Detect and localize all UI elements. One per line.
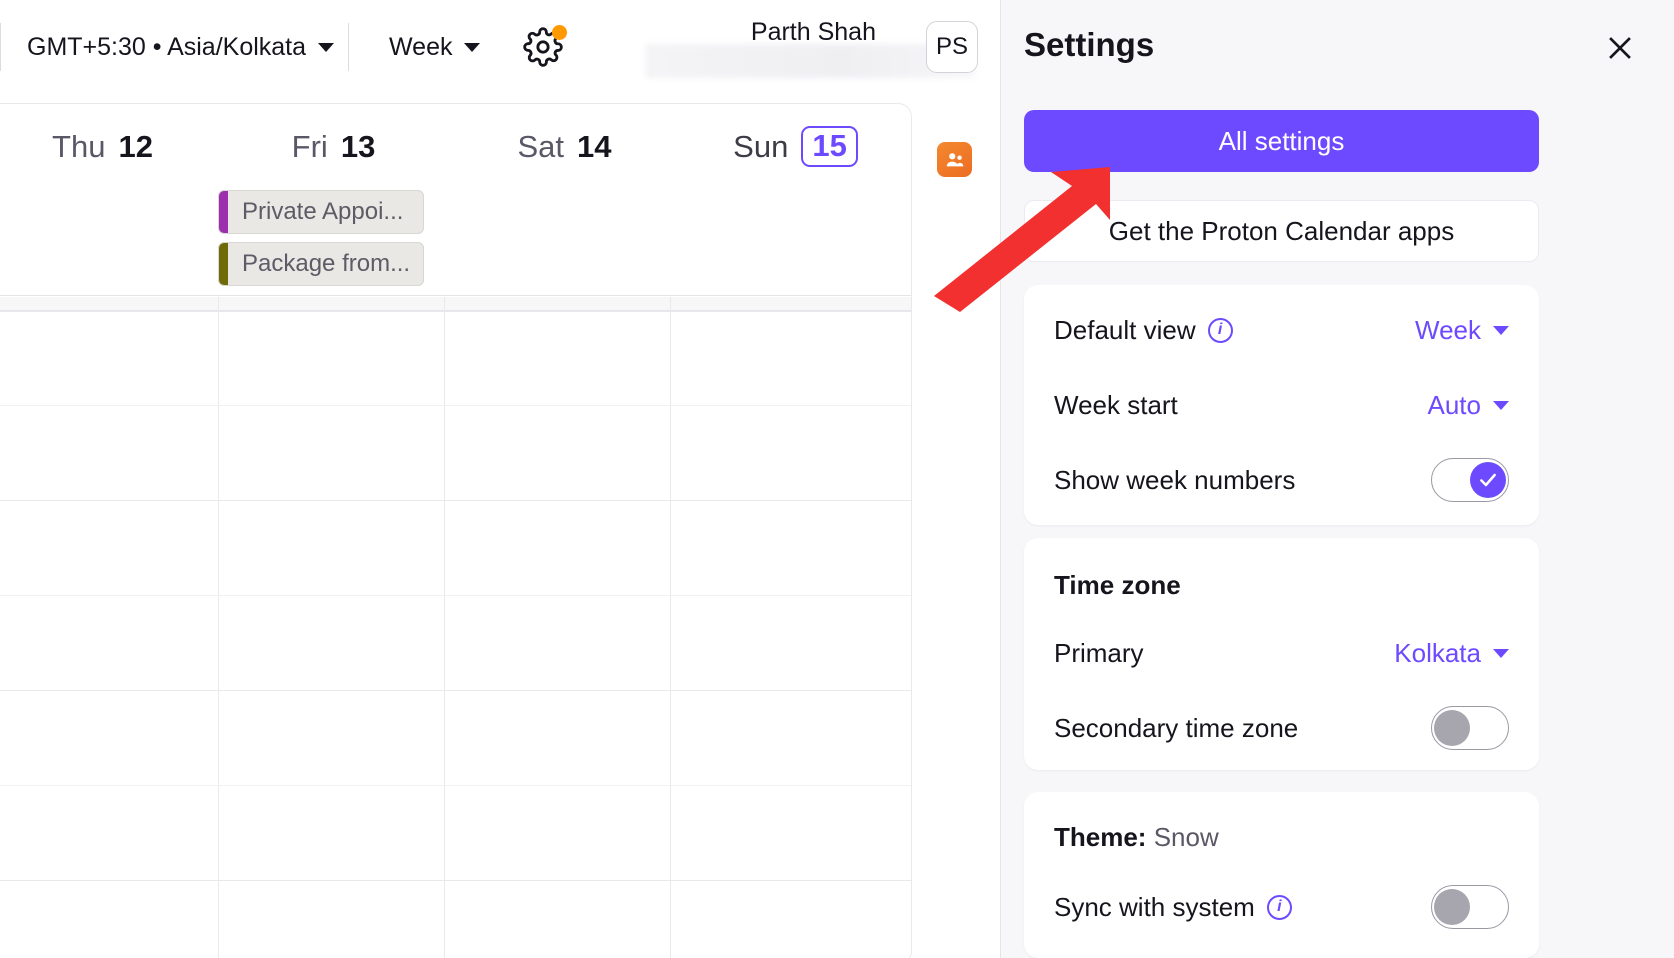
sync-with-system-row: Sync with system i <box>1054 880 1509 934</box>
get-apps-button[interactable]: Get the Proton Calendar apps <box>1024 200 1539 262</box>
day-number: 14 <box>577 128 612 164</box>
week-start-value: Auto <box>1427 389 1482 420</box>
default-view-dropdown[interactable]: Week <box>1415 315 1509 346</box>
day-name: Thu <box>52 128 106 164</box>
theme-title-value: Snow <box>1153 822 1219 852</box>
week-start-dropdown[interactable]: Auto <box>1427 389 1509 421</box>
toolbar-divider-left <box>0 23 1 71</box>
day-number-today: 15 <box>801 126 858 167</box>
default-view-row: Default view i Week <box>1054 303 1509 357</box>
calendar-event[interactable]: Package from... <box>218 242 424 286</box>
day-column-header-today[interactable]: Sun 15 <box>680 126 911 167</box>
calendar-card: Thu 12 Fri 13 Sat 14 Sun 15 Private Appo… <box>0 103 912 958</box>
day-name: Sun <box>733 128 789 164</box>
timezone-label: GMT+5:30 • Asia/Kolkata <box>27 32 307 61</box>
close-button[interactable] <box>1600 28 1640 68</box>
show-week-numbers-toggle[interactable] <box>1431 458 1509 502</box>
grid-hour-line <box>0 880 911 881</box>
view-label: Week <box>389 32 453 61</box>
timezone-selector[interactable]: GMT+5:30 • Asia/Kolkata <box>13 27 348 68</box>
info-icon[interactable]: i <box>1207 317 1233 343</box>
default-view-label-group: Default view i <box>1054 315 1233 346</box>
default-view-label: Default view <box>1054 314 1196 345</box>
contacts-icon[interactable] <box>937 142 972 177</box>
toolbar-divider-mid <box>348 23 350 71</box>
settings-drawer: Settings All settings Get the Proton Cal… <box>1000 0 1674 958</box>
primary-timezone-dropdown[interactable]: Kolkata <box>1394 638 1509 669</box>
time-zone-card-title: Time zone <box>1054 570 1181 600</box>
default-view-value: Week <box>1415 314 1481 345</box>
toggle-knob <box>1434 889 1470 925</box>
secondary-timezone-label: Secondary time zone <box>1054 712 1299 743</box>
sync-with-system-label-group: Sync with system i <box>1054 892 1292 923</box>
grid-vertical-line <box>444 297 445 958</box>
app-root: GMT+5:30 • Asia/Kolkata Week Parth Shah … <box>0 0 1674 958</box>
chevron-down-icon <box>1493 648 1509 658</box>
grid-hour-line <box>0 690 911 691</box>
theme-title-prefix: Theme: <box>1054 822 1147 852</box>
calendar-area: GMT+5:30 • Asia/Kolkata Week Parth Shah … <box>0 0 1000 958</box>
grid-hour-line <box>0 311 911 312</box>
show-week-numbers-label: Show week numbers <box>1054 464 1296 495</box>
grid-vertical-line <box>670 297 671 958</box>
day-header-row: Thu 12 Fri 13 Sat 14 Sun 15 <box>0 126 911 167</box>
grid-hour-line <box>0 500 911 501</box>
sync-with-system-label: Sync with system <box>1054 891 1255 922</box>
primary-timezone-row: Primary Kolkata <box>1054 626 1509 680</box>
show-week-numbers-row: Show week numbers <box>1054 453 1509 507</box>
chevron-down-icon <box>1493 325 1509 335</box>
day-column-header[interactable]: Sat 14 <box>449 126 680 167</box>
calendar-time-grid[interactable] <box>0 297 911 958</box>
chevron-down-icon <box>1493 400 1509 410</box>
close-icon <box>1609 37 1631 59</box>
secondary-timezone-toggle[interactable] <box>1431 706 1509 750</box>
view-selector[interactable]: Week <box>375 27 494 68</box>
primary-timezone-label: Primary <box>1054 637 1144 668</box>
info-icon[interactable]: i <box>1266 894 1292 920</box>
day-column-header[interactable]: Fri 13 <box>218 126 449 167</box>
grid-half-hour-line <box>0 595 911 596</box>
primary-timezone-value: Kolkata <box>1394 637 1481 668</box>
avatar[interactable]: PS <box>926 21 978 73</box>
user-name-label: Parth Shah <box>750 18 876 46</box>
event-color-bar <box>219 191 228 233</box>
settings-drawer-header: Settings <box>1001 0 1674 96</box>
grid-top-strip <box>0 297 911 311</box>
page-title: Settings <box>1024 26 1155 63</box>
theme-card: Theme: Snow Sync with system i <box>1024 792 1539 958</box>
day-number: 13 <box>340 128 376 164</box>
people-glyph-icon <box>946 152 963 166</box>
view-preferences-card: Default view i Week Week start Auto Show… <box>1024 285 1539 525</box>
event-color-bar <box>219 243 228 285</box>
week-start-row: Week start Auto <box>1054 378 1509 432</box>
all-settings-button[interactable]: All settings <box>1024 110 1539 172</box>
calendar-event[interactable]: Private Appoi... <box>218 190 424 234</box>
time-zone-card: Time zone Primary Kolkata Secondary time… <box>1024 538 1539 770</box>
grid-half-hour-line <box>0 405 911 406</box>
week-start-label: Week start <box>1054 389 1178 420</box>
day-name: Fri <box>291 128 328 164</box>
chevron-down-icon <box>464 42 481 52</box>
grid-vertical-line <box>218 297 219 958</box>
grid-half-hour-line <box>0 785 911 786</box>
theme-title: Theme: Snow <box>1054 822 1219 853</box>
event-title: Private Appoi... <box>242 198 404 225</box>
chevron-down-icon <box>318 42 335 52</box>
sync-with-system-toggle[interactable] <box>1431 885 1509 929</box>
day-name: Sat <box>517 128 565 164</box>
toggle-knob <box>1434 710 1470 746</box>
settings-gear-button[interactable] <box>520 24 568 70</box>
notification-dot-icon <box>552 25 568 40</box>
day-column-header[interactable]: Thu 12 <box>0 126 218 167</box>
toggle-knob <box>1470 462 1506 498</box>
secondary-timezone-row: Secondary time zone <box>1054 701 1509 755</box>
day-number: 12 <box>118 128 153 164</box>
calendar-toolbar: GMT+5:30 • Asia/Kolkata Week Parth Shah … <box>0 0 1000 94</box>
calendar-header: Thu 12 Fri 13 Sat 14 Sun 15 Private Appo… <box>0 104 911 296</box>
event-title: Package from... <box>242 250 411 277</box>
check-icon <box>1480 473 1496 487</box>
